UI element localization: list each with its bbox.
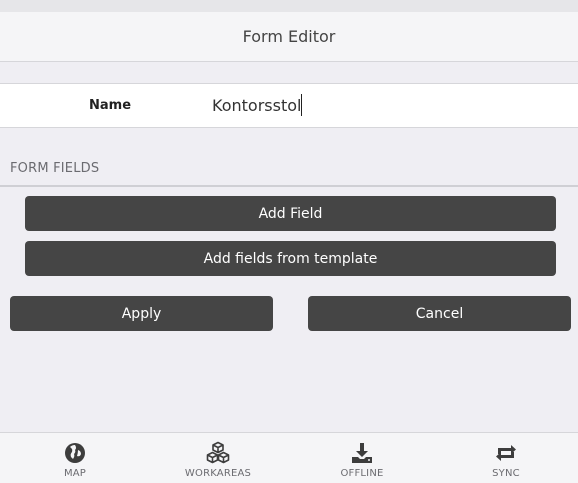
download-icon — [352, 443, 372, 463]
tab-offline-label: OFFLINE — [340, 468, 384, 479]
text-caret — [301, 94, 302, 116]
globe-icon — [65, 443, 85, 463]
header-bar: Form Editor — [0, 12, 578, 62]
add-fields-from-template-button[interactable]: Add fields from template — [25, 241, 556, 276]
tab-sync-label: SYNC — [492, 468, 520, 479]
boxes-icon — [206, 441, 230, 464]
apply-button[interactable]: Apply — [10, 296, 273, 331]
bottom-tab-bar: MAP WORKAREAS OFFLINE SYNC — [0, 432, 578, 483]
page-title: Form Editor — [242, 27, 336, 46]
add-field-button[interactable]: Add Field — [25, 196, 556, 231]
name-row: Name — [0, 83, 578, 128]
name-input[interactable] — [210, 92, 554, 118]
tab-offline[interactable]: OFFLINE — [302, 433, 422, 483]
form-fields-section-label: FORM FIELDS — [10, 161, 100, 176]
status-strip — [0, 0, 578, 12]
tab-map-label: MAP — [63, 468, 87, 479]
tab-sync[interactable]: SYNC — [446, 433, 566, 483]
tab-map[interactable]: MAP — [15, 433, 135, 483]
name-label: Name — [89, 98, 132, 113]
tab-workareas-label: WORKAREAS — [184, 468, 252, 479]
sync-icon — [496, 445, 516, 461]
section-divider — [0, 185, 578, 187]
tab-workareas[interactable]: WORKAREAS — [158, 433, 278, 483]
cancel-button[interactable]: Cancel — [308, 296, 571, 331]
